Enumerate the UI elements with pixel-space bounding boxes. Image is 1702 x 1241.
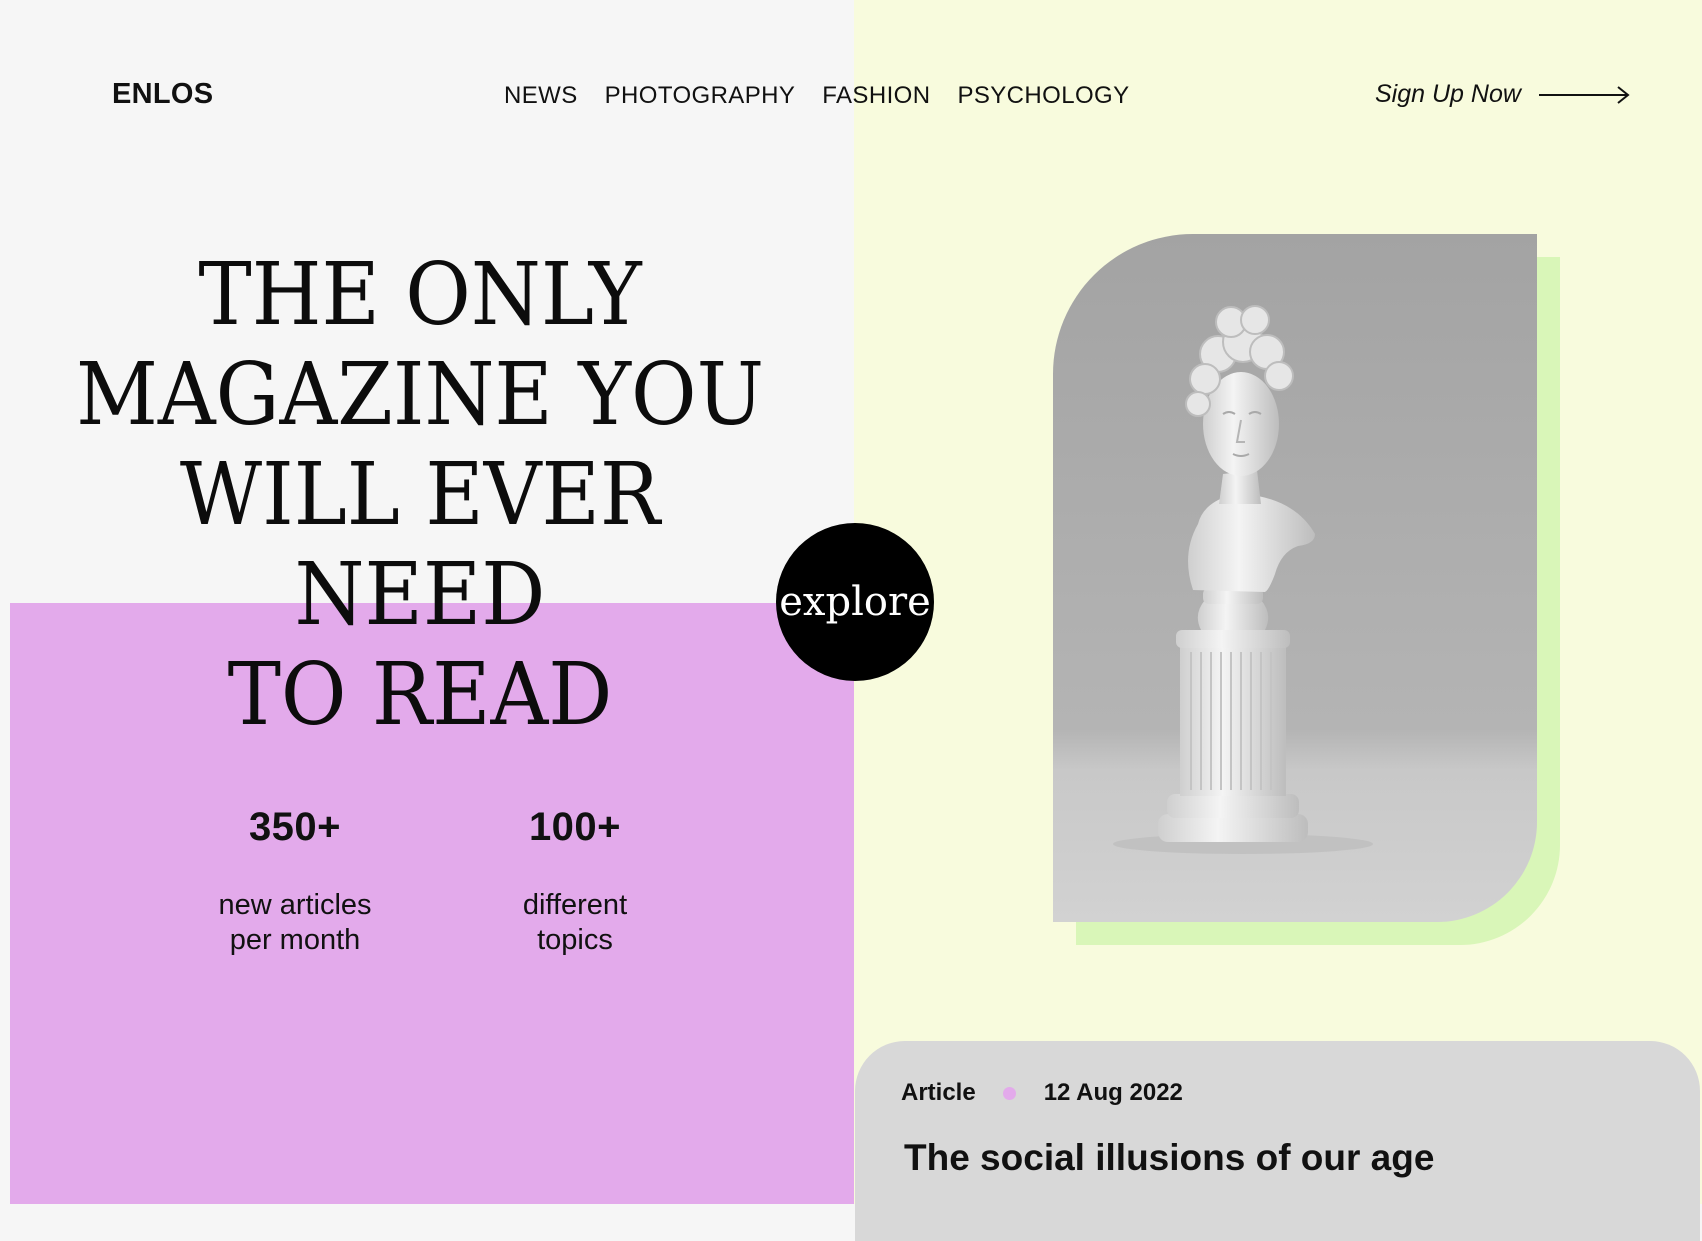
stat-label: new articles per month — [195, 888, 395, 958]
headline-line: THE ONLY — [198, 245, 642, 345]
stat-value: 350+ — [248, 805, 342, 849]
headline-line: WILL EVER NEED — [179, 445, 661, 645]
sign-up-button[interactable]: Sign Up Now — [1375, 80, 1631, 109]
stat-label-line: new articles — [218, 889, 372, 921]
headline-line: TO READ — [227, 645, 613, 745]
stat-articles: 350+ new articles per month — [195, 805, 395, 958]
hero-headline: THE ONLY MAGAZINE YOU WILL EVER NEED TO … — [48, 245, 792, 745]
nav-item-photography[interactable]: PHOTOGRAPHY — [605, 82, 796, 110]
stat-label: different topics — [475, 888, 675, 958]
sign-up-label: Sign Up Now — [1375, 80, 1521, 108]
headline-line: MAGAZINE YOU — [75, 345, 765, 445]
article-type: Article — [901, 1079, 976, 1106]
statue-bust-illustration — [1113, 305, 1373, 854]
stat-value: 100+ — [528, 805, 622, 849]
logo[interactable]: ENLOS — [112, 78, 213, 111]
main-nav: NEWS PHOTOGRAPHY FASHION PSYCHOLOGY — [504, 82, 1129, 110]
stat-label-line: topics — [537, 924, 613, 956]
article-date: 12 Aug 2022 — [1043, 1079, 1183, 1106]
article-card[interactable]: Article 12 Aug 2022 The social illusions… — [855, 1041, 1700, 1241]
stat-label-line: different — [522, 889, 628, 921]
explore-button[interactable]: explore — [776, 523, 934, 681]
article-title[interactable]: The social illusions of our age — [904, 1137, 1434, 1179]
hero-image — [1053, 234, 1537, 922]
stat-label-line: per month — [229, 924, 361, 956]
nav-item-psychology[interactable]: PSYCHOLOGY — [957, 82, 1129, 110]
article-meta: Article 12 Aug 2022 — [901, 1079, 1183, 1107]
nav-item-fashion[interactable]: FASHION — [822, 82, 930, 110]
separator-dot-icon — [1002, 1086, 1016, 1100]
nav-item-news[interactable]: NEWS — [504, 82, 578, 110]
arrow-right-icon — [1538, 85, 1630, 104]
stat-topics: 100+ different topics — [475, 805, 675, 958]
